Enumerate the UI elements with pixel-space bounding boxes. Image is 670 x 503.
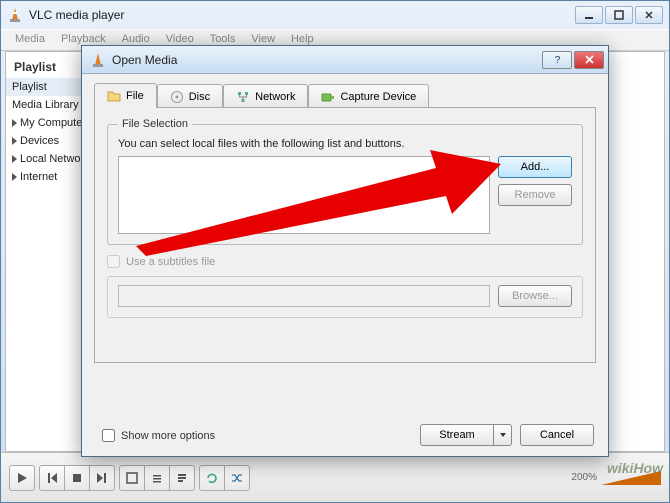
file-list[interactable]	[118, 156, 490, 234]
stream-dropdown[interactable]	[494, 424, 512, 446]
chevron-right-icon	[12, 155, 17, 163]
dialog-close-button[interactable]	[574, 51, 604, 69]
show-more-label: Show more options	[121, 430, 215, 442]
tab-disc[interactable]: Disc	[157, 84, 223, 109]
tab-network[interactable]: Network	[223, 84, 308, 109]
fullscreen-button[interactable]	[119, 465, 145, 491]
browse-button: Browse...	[498, 285, 572, 307]
chevron-right-icon	[12, 119, 17, 127]
network-icon	[236, 90, 250, 104]
cancel-button[interactable]: Cancel	[520, 424, 594, 446]
chevron-right-icon	[12, 137, 17, 145]
playlist-button[interactable]	[169, 465, 195, 491]
loop-button[interactable]	[199, 465, 225, 491]
prev-button[interactable]	[39, 465, 65, 491]
subtitles-path-input	[118, 285, 490, 307]
dialog-titlebar: Open Media ?	[82, 46, 608, 74]
tab-file[interactable]: File	[94, 83, 157, 108]
file-selection-legend: File Selection	[118, 118, 192, 130]
dialog-help-button[interactable]: ?	[542, 51, 572, 69]
subtitles-checkbox[interactable]	[107, 255, 120, 268]
subtitles-check-label: Use a subtitles file	[126, 256, 215, 268]
volume-label: 200%	[571, 472, 597, 483]
add-button[interactable]: Add...	[498, 156, 572, 178]
close-button[interactable]	[635, 6, 663, 24]
window-title: VLC media player	[29, 8, 575, 22]
menu-media[interactable]: Media	[7, 30, 53, 50]
chevron-right-icon	[12, 173, 17, 181]
shuffle-button[interactable]	[224, 465, 250, 491]
stream-button[interactable]: Stream	[420, 424, 494, 446]
dialog-title: Open Media	[112, 53, 542, 67]
dialog-tabs: File Disc Network Capture Device	[82, 74, 608, 107]
ext-settings-button[interactable]	[144, 465, 170, 491]
minimize-button[interactable]	[575, 6, 603, 24]
play-button[interactable]	[9, 465, 35, 491]
open-media-dialog: Open Media ? File Disc Network Capture D…	[81, 45, 609, 457]
remove-button: Remove	[498, 184, 572, 206]
disc-icon	[170, 90, 184, 104]
controls-bar: 200%	[1, 452, 669, 502]
stream-split-button[interactable]: Stream	[420, 424, 512, 446]
next-button[interactable]	[89, 465, 115, 491]
main-titlebar: VLC media player	[1, 1, 669, 29]
maximize-button[interactable]	[605, 6, 633, 24]
subtitles-check-row[interactable]: Use a subtitles file	[107, 255, 583, 268]
svg-text:?: ?	[554, 55, 560, 65]
stop-button[interactable]	[64, 465, 90, 491]
file-selection-group: File Selection You can select local file…	[107, 118, 583, 245]
vlc-cone-icon	[7, 7, 23, 23]
vlc-cone-icon	[90, 52, 106, 68]
show-more-row[interactable]: Show more options	[102, 429, 215, 442]
show-more-checkbox[interactable]	[102, 429, 115, 442]
folder-icon	[107, 89, 121, 103]
watermark: wikiHow	[607, 460, 663, 476]
tab-capture[interactable]: Capture Device	[308, 84, 429, 109]
capture-icon	[321, 90, 335, 104]
file-selection-hint: You can select local files with the foll…	[118, 138, 572, 150]
